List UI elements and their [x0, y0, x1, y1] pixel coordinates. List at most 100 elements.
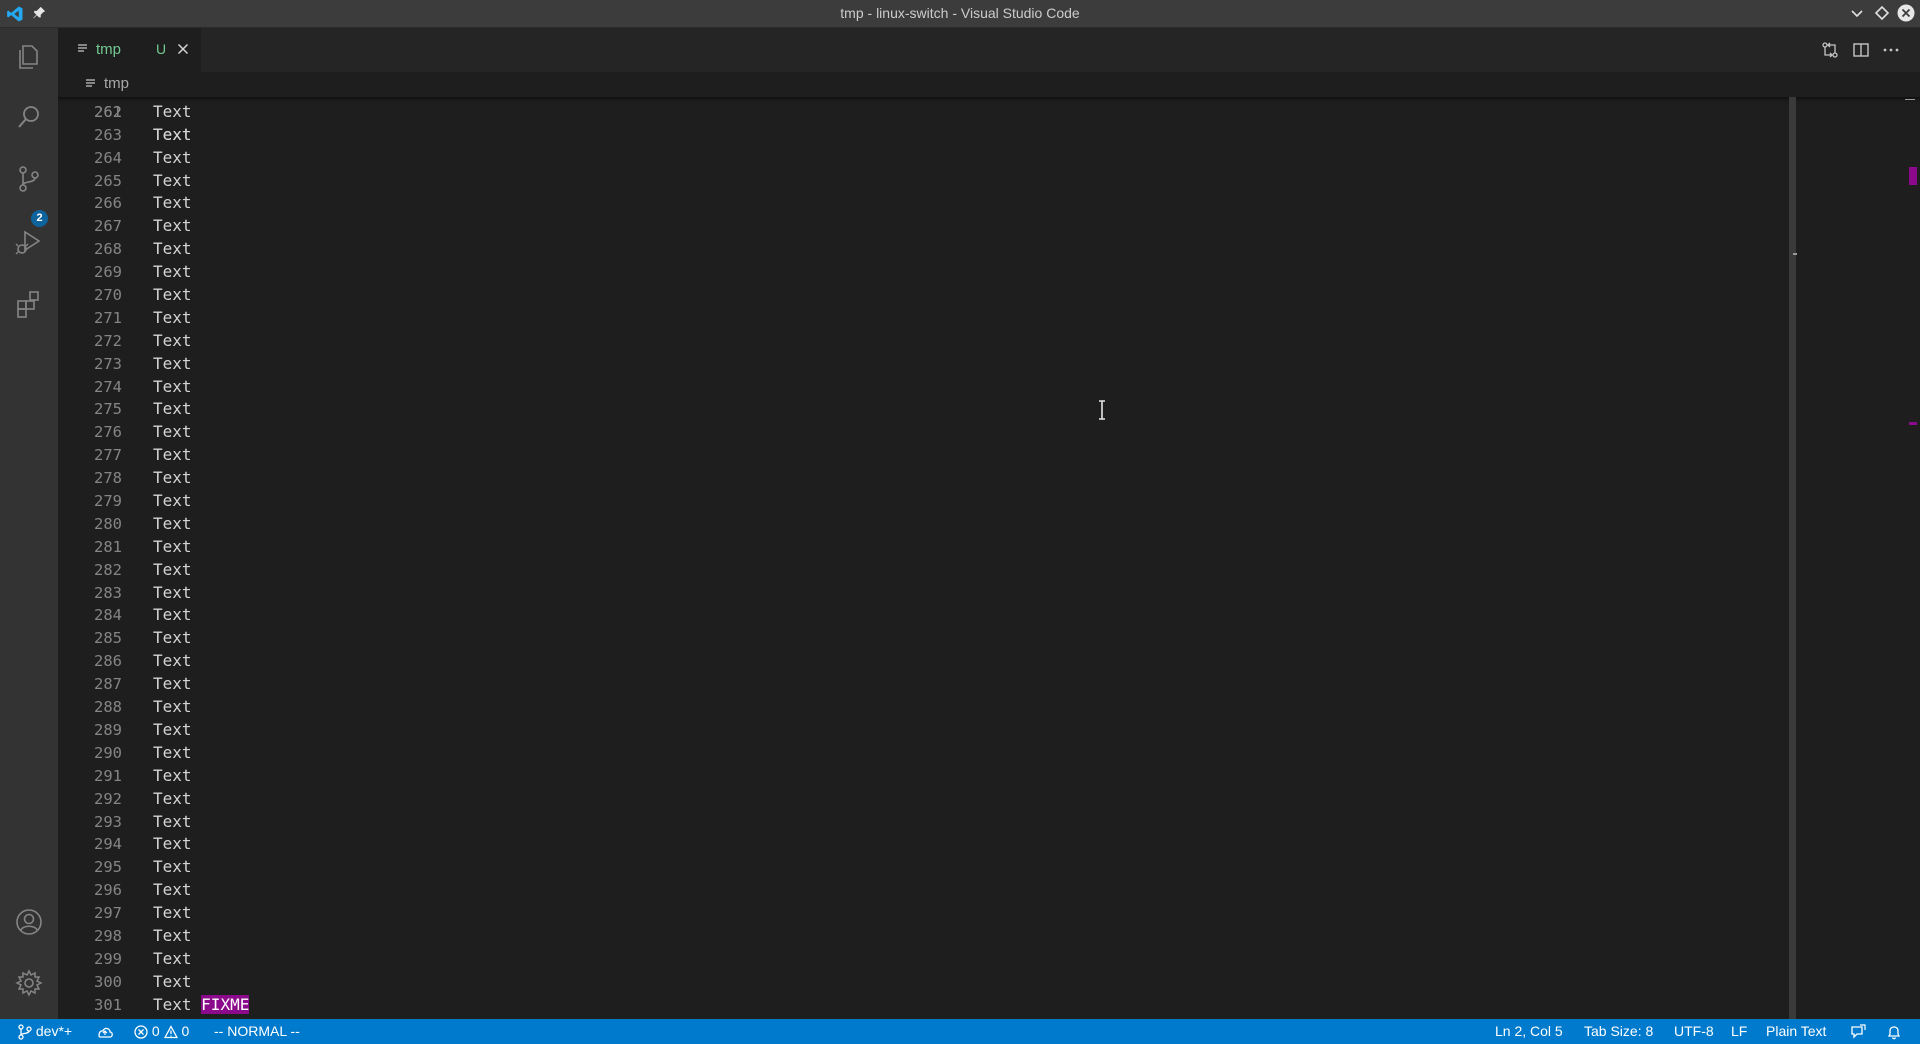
- run-debug-icon[interactable]: [13, 226, 45, 258]
- line-text: Text: [153, 422, 192, 442]
- line-text: Text: [153, 262, 192, 282]
- tab-label: tmp: [96, 41, 122, 58]
- tab-size[interactable]: Tab Size: 8: [1584, 1019, 1653, 1044]
- line-text: Text: [153, 811, 192, 831]
- line-text: Text: [153, 170, 192, 190]
- code-line: 284 Text: [58, 604, 1788, 627]
- line-number: 275: [94, 400, 122, 419]
- line-text: Text: [153, 880, 192, 900]
- code-line: 275 Text: [58, 398, 1788, 421]
- line-number: 296: [94, 881, 122, 900]
- window-title: tmp - linux-switch - Visual Studio Code: [840, 5, 1080, 21]
- line-text: Text: [153, 307, 192, 327]
- split-editor-icon[interactable]: [1852, 41, 1870, 59]
- code-line: 270 Text: [58, 284, 1788, 307]
- tab-tmp[interactable]: tmp U: [58, 28, 202, 72]
- close-tab-icon[interactable]: [176, 42, 190, 56]
- line-text: Text: [153, 285, 192, 305]
- line-text: Text: [153, 193, 192, 213]
- line-text: Text: [153, 445, 192, 465]
- fixme-highlight: FIXME: [201, 994, 250, 1014]
- line-text: Text: [153, 605, 192, 625]
- error-icon: [134, 1025, 148, 1039]
- code-line: 283 Text: [58, 582, 1788, 605]
- code-line: 294 Text: [58, 833, 1788, 856]
- line-number: 294: [94, 835, 122, 854]
- cursor-position[interactable]: Ln 2, Col 5: [1495, 1019, 1563, 1044]
- source-control-icon[interactable]: [13, 163, 45, 195]
- line-number: 288: [94, 698, 122, 717]
- branch-name: dev*+: [35, 1023, 73, 1039]
- code-line: 299 Text: [58, 948, 1788, 971]
- settings-gear-icon[interactable]: [13, 967, 45, 999]
- line-number: 283: [94, 583, 122, 602]
- breadcrumb-item-tmp[interactable]: tmp: [104, 75, 129, 92]
- line-number: 273: [94, 354, 122, 373]
- line-number: 280: [94, 514, 122, 533]
- line-number: 286: [94, 652, 122, 671]
- line-number: 274: [94, 377, 122, 396]
- branch-status[interactable]: dev*+: [18, 1019, 72, 1044]
- line-number: 272: [94, 331, 122, 350]
- activity-bar: 2: [0, 28, 58, 1019]
- line-text: Text: [153, 536, 192, 556]
- code-line: 262 Text: [58, 101, 1788, 124]
- line-text: Text: [153, 376, 192, 396]
- code-line: 295 Text: [58, 856, 1788, 879]
- code-line: 268 Text: [58, 238, 1788, 261]
- notifications-status[interactable]: [1886, 1019, 1902, 1044]
- code-line: 267 Text: [58, 215, 1788, 238]
- minimize-chevron-icon[interactable]: [1848, 4, 1866, 22]
- close-window-icon[interactable]: [1897, 4, 1915, 22]
- encoding[interactable]: UTF-8: [1674, 1019, 1714, 1044]
- end-of-line[interactable]: LF: [1731, 1019, 1747, 1044]
- feedback-status[interactable]: [1850, 1019, 1866, 1044]
- code-line: 276 Text: [58, 421, 1788, 444]
- line-number: 276: [94, 423, 122, 442]
- line-text: Text: [153, 628, 192, 648]
- code-line: 285 Text: [58, 627, 1788, 650]
- line-text: Text: [153, 697, 192, 717]
- source-control-badge: 2: [31, 210, 48, 227]
- editor-scrollbar[interactable]: [1789, 97, 1797, 1019]
- search-icon[interactable]: [13, 101, 45, 133]
- line-number: 291: [94, 766, 122, 785]
- editor-tabs-bar: tmp U: [58, 28, 1920, 72]
- code-line: 281 Text: [58, 536, 1788, 559]
- line-number: 287: [94, 675, 122, 694]
- more-actions-icon[interactable]: [1882, 41, 1900, 59]
- code-line: 298 Text: [58, 925, 1788, 948]
- line-text: Text: [153, 101, 192, 121]
- bell-icon: [1887, 1026, 1901, 1040]
- extensions-icon[interactable]: [13, 288, 45, 320]
- accounts-icon[interactable]: [13, 906, 45, 938]
- open-changes-icon[interactable]: [1821, 41, 1839, 59]
- explorer-files-icon[interactable]: [13, 40, 45, 72]
- line-number: 300: [94, 972, 122, 991]
- line-number: 265: [94, 171, 122, 190]
- mouse-ibeam-cursor-icon: [1099, 400, 1105, 420]
- line-number: 279: [94, 492, 122, 511]
- code-line: 265 Text: [58, 170, 1788, 193]
- line-text: Text: [153, 399, 192, 419]
- sync-status[interactable]: [96, 1019, 114, 1044]
- language-mode[interactable]: Plain Text: [1766, 1019, 1826, 1044]
- code-line: 266 Text: [58, 192, 1788, 215]
- code-line: 274 Text: [58, 376, 1788, 399]
- line-number: 266: [94, 194, 122, 213]
- code-line: 278 Text: [58, 467, 1788, 490]
- line-number: 290: [94, 743, 122, 762]
- code-line: 301 Text FIXME: [58, 994, 1788, 1017]
- editor-area[interactable]: 261 Text 262 Text 263 Text 264 Text 265 Text 266…: [58, 97, 1920, 1019]
- line-text: Text: [153, 765, 192, 785]
- code-line: 287 Text: [58, 673, 1788, 696]
- problems-status[interactable]: 0 0: [134, 1019, 189, 1044]
- line-number: 282: [94, 560, 122, 579]
- line-number: 299: [94, 949, 122, 968]
- maximize-diamond-icon[interactable]: [1873, 4, 1891, 22]
- overview-highlight-mark: [1909, 167, 1917, 185]
- line-text: Text: [153, 239, 192, 259]
- line-text: Text: [153, 651, 192, 671]
- line-text: Text: [153, 330, 192, 350]
- line-text: Text: [153, 857, 192, 877]
